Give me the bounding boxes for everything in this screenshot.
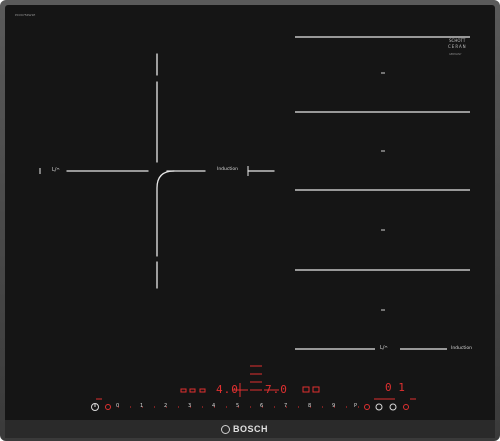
flex-symbol-bottom: Lׅ/ᴖ xyxy=(380,345,388,351)
slider-step[interactable]: 9 xyxy=(332,403,335,409)
power-display-center: 7.0 xyxy=(265,383,288,396)
flexinduction-label-left: Induction xyxy=(217,167,238,172)
flexinduction-label-bottom: Induction xyxy=(451,346,472,351)
power-display-left: 4.0 xyxy=(216,383,239,396)
bosch-logo-text: BOSCH xyxy=(233,424,269,434)
zone-curve-corner xyxy=(156,170,175,257)
flex-symbol-left: Lׅ/ᴖ xyxy=(52,167,60,173)
slider-step[interactable]: 7 xyxy=(284,403,287,409)
slider-step[interactable]: 4 xyxy=(212,403,215,409)
power-slider[interactable]: 0 1 2 3 4 5 6 7 8 9 P xyxy=(116,403,366,412)
slider-step[interactable]: 0 xyxy=(116,403,119,409)
slider-step[interactable]: 2 xyxy=(164,403,167,409)
slider-step[interactable]: 3 xyxy=(188,403,191,409)
slider-step[interactable]: 6 xyxy=(260,403,263,409)
bosch-logo-icon xyxy=(221,424,230,434)
timer-display: 0 1 xyxy=(385,381,405,394)
cooktop: PXX975KW1E SCHOTT CERAN GERMANY Inductio… xyxy=(0,0,500,441)
bosch-logo: BOSCH xyxy=(221,424,268,434)
slider-step[interactable]: 8 xyxy=(308,403,311,409)
slider-step[interactable]: 1 xyxy=(140,403,143,409)
slider-step[interactable]: P xyxy=(354,403,357,409)
slider-step[interactable]: 5 xyxy=(236,403,239,409)
zone-markings xyxy=(39,36,470,411)
